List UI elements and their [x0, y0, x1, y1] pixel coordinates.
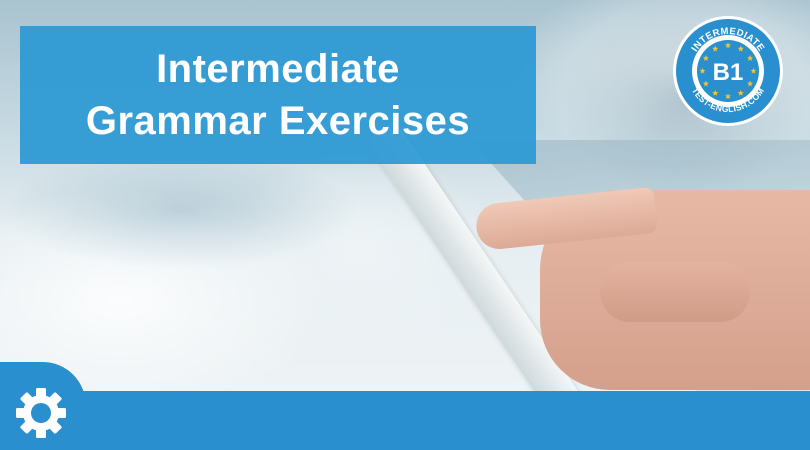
title-banner: Intermediate Grammar Exercises [20, 26, 536, 164]
title-line-2: Grammar Exercises [85, 99, 471, 143]
level-badge: INTERMEDIATE TEST-ENGLISH.COM B1 [673, 16, 783, 126]
hand-knuckles [600, 262, 750, 322]
badge-level: B1 [713, 59, 744, 86]
title-line-1: Intermediate [156, 47, 400, 91]
gear-icon[interactable] [13, 385, 69, 441]
background-blur [0, 150, 360, 270]
footer-bar [0, 391, 810, 450]
